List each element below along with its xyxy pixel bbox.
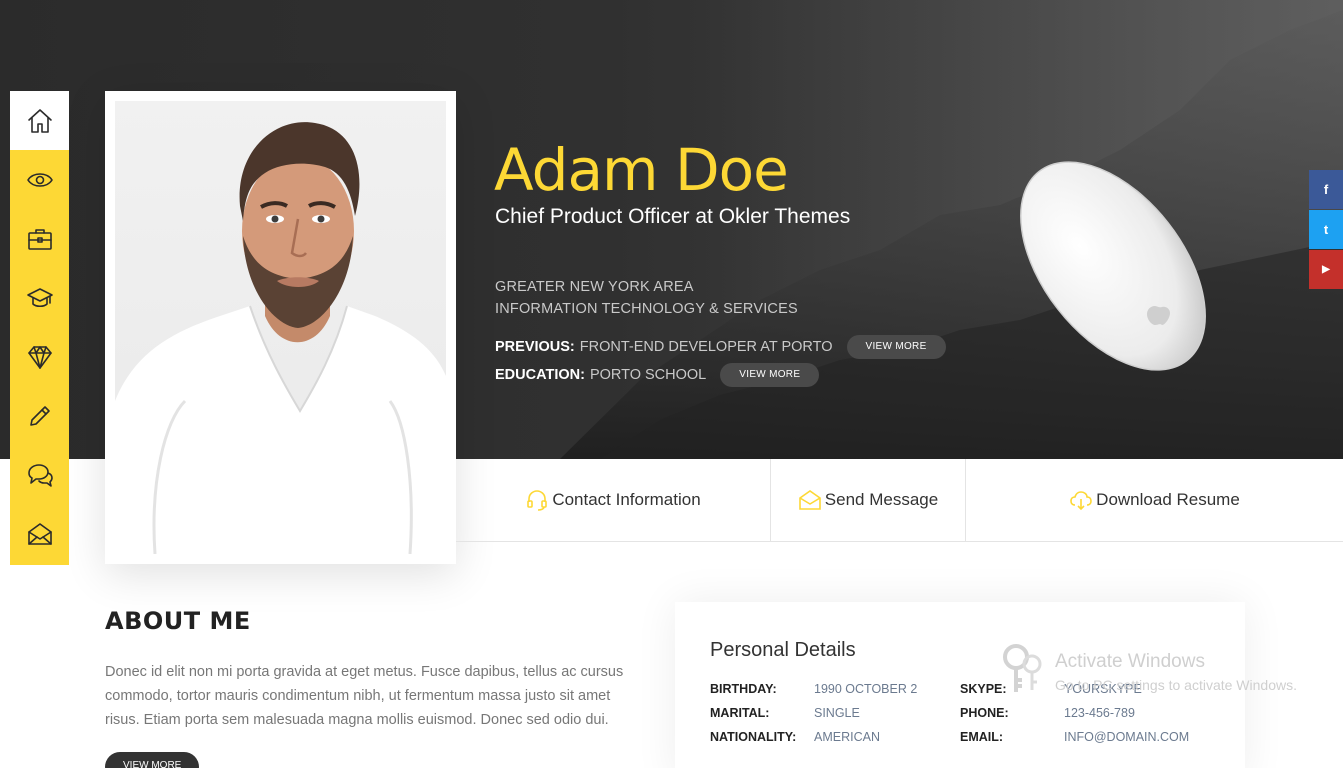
windows-activation-title: Activate Windows	[1055, 651, 1205, 672]
send-message-button[interactable]: Send Message	[771, 459, 966, 541]
keys-icon	[1003, 644, 1042, 692]
detail-value: 1990 OCTOBER 2	[814, 682, 918, 696]
profile-name: Adam Doe	[494, 136, 789, 204]
headset-icon	[527, 490, 548, 511]
home-icon	[27, 108, 52, 133]
facebook-button[interactable]: f	[1309, 170, 1343, 209]
nav-education[interactable]	[10, 268, 69, 327]
nav-blog[interactable]	[10, 386, 69, 445]
profile-photo-frame	[105, 91, 456, 564]
previous-label: PREVIOUS:	[495, 339, 575, 355]
profile-industry: INFORMATION TECHNOLOGY & SERVICES	[495, 301, 798, 317]
nav-experience[interactable]	[10, 209, 69, 268]
detail-value: SINGLE	[814, 706, 860, 720]
youtube-icon: ▶	[1322, 264, 1330, 275]
youtube-button[interactable]: ▶	[1309, 250, 1343, 289]
twitter-icon: t	[1323, 222, 1329, 237]
detail-label: EMAIL:	[960, 730, 1004, 744]
contact-information-label: Contact Information	[552, 490, 701, 509]
nav-home[interactable]	[10, 91, 69, 150]
detail-label: MARITAL:	[710, 706, 770, 720]
action-bar: Contact Information Send Message Downloa…	[456, 459, 1343, 542]
detail-label: PHONE:	[960, 706, 1009, 720]
sidebar-nav	[10, 91, 69, 565]
previous-value: FRONT-END DEVELOPER AT PORTO	[579, 339, 833, 355]
contact-information-button[interactable]: Contact Information	[456, 459, 771, 541]
cloud-download-icon	[1070, 491, 1092, 511]
personal-details-title: Personal Details	[710, 639, 856, 661]
education-row: EDUCATION: PORTO SCHOOL VIEW MORE	[495, 363, 820, 387]
mouse-image	[1020, 161, 1206, 371]
nav-overview[interactable]	[10, 150, 69, 209]
detail-label: BIRTHDAY:	[710, 682, 777, 696]
download-resume-button[interactable]: Download Resume	[966, 459, 1343, 541]
profile-location: GREATER NEW YORK AREA	[495, 279, 694, 295]
detail-value: AMERICAN	[814, 730, 880, 744]
profile-title: Chief Product Officer at Okler Themes	[495, 205, 851, 228]
previous-row: PREVIOUS: FRONT-END DEVELOPER AT PORTO V…	[495, 335, 946, 359]
detail-label: NATIONALITY:	[710, 730, 797, 744]
twitter-button[interactable]: t	[1309, 210, 1343, 249]
download-resume-label: Download Resume	[1096, 490, 1240, 509]
briefcase-icon	[27, 228, 52, 250]
send-message-label: Send Message	[824, 490, 939, 509]
diamond-icon	[27, 345, 52, 369]
envelope-open-icon	[798, 490, 821, 510]
nav-skills[interactable]	[10, 327, 69, 386]
windows-activation-subtitle: Go to PC settings to activate Windows.	[1055, 677, 1297, 693]
about-text: Donec id elit non mi porta gravida at eg…	[105, 664, 624, 728]
education-label: EDUCATION:	[495, 367, 585, 383]
graduation-cap-icon	[26, 287, 53, 307]
envelope-icon	[27, 522, 52, 545]
about-title: ABOUT ME	[105, 607, 251, 635]
previous-view-more-button[interactable]: VIEW MORE	[846, 335, 946, 359]
eye-icon	[26, 172, 53, 187]
nav-testimonials[interactable]	[10, 445, 69, 504]
facebook-icon: f	[1323, 182, 1329, 197]
education-view-more-button[interactable]: VIEW MORE	[720, 363, 820, 387]
nav-contact[interactable]	[10, 504, 69, 563]
detail-value: INFO@DOMAIN.COM	[1064, 730, 1190, 744]
chat-icon	[27, 463, 53, 487]
education-value: PORTO SCHOOL	[589, 367, 707, 383]
profile-photo	[115, 101, 446, 554]
about-view-more-button[interactable]: VIEW MORE	[105, 752, 200, 768]
pencil-icon	[29, 405, 50, 426]
detail-value: 123-456-789	[1064, 706, 1135, 720]
